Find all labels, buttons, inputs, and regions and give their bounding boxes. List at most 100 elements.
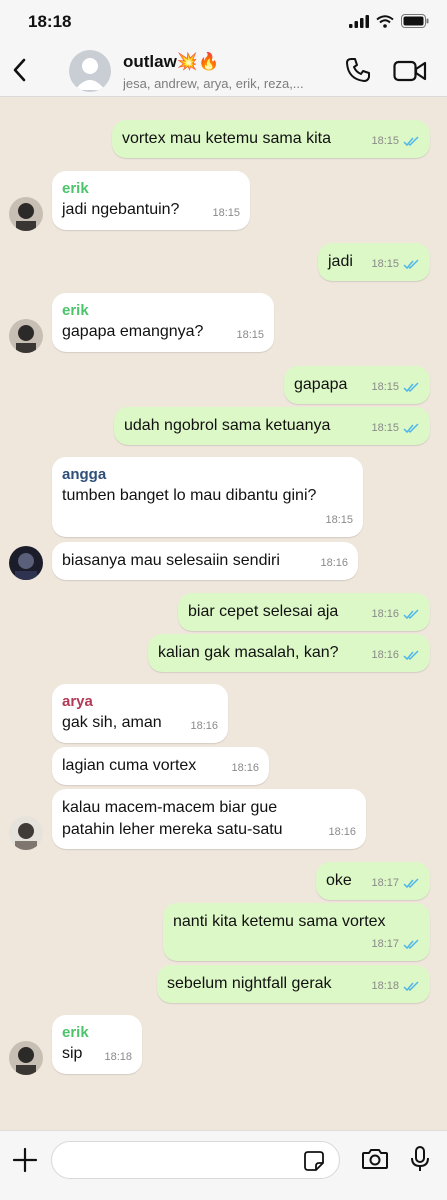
video-camera-icon[interactable] — [393, 58, 427, 84]
avatar-erik[interactable] — [9, 319, 43, 353]
double-check-icon — [403, 980, 419, 991]
message-time: 18:15 — [371, 381, 399, 393]
message-text: jadi — [328, 253, 353, 270]
message-meta: 18:15 — [371, 130, 420, 152]
message-outgoing[interactable]: jadi 18:15 — [318, 243, 430, 281]
message-incoming[interactable]: angga tumben banget lo mau dibantu gini?… — [52, 457, 363, 537]
avatar-erik[interactable] — [9, 1041, 43, 1075]
message-time: 18:16 — [371, 649, 399, 661]
message-outgoing[interactable]: vortex mau ketemu sama kita 18:15 — [112, 120, 430, 158]
microphone-icon[interactable] — [409, 1145, 431, 1173]
message-incoming[interactable]: biasanya mau selesaiin sendiri 18:16 — [52, 542, 358, 580]
phone-icon[interactable] — [344, 56, 372, 84]
message-meta: 18:17 — [371, 872, 420, 894]
group-members[interactable]: jesa, andrew, arya, erik, reza,... — [123, 76, 338, 91]
message-text: gak sih, aman — [62, 714, 162, 731]
message-meta: 18:16 — [328, 821, 356, 843]
message-text: nanti kita ketemu sama vortex — [173, 913, 386, 930]
message-meta: 18:15 — [236, 324, 264, 346]
message-meta: 18:17 — [371, 933, 420, 955]
status-time: 18:18 — [28, 12, 72, 31]
message-time: 18:17 — [371, 938, 399, 950]
message-time: 18:17 — [371, 877, 399, 889]
wifi-icon — [376, 14, 394, 28]
avatar-angga[interactable] — [9, 546, 43, 580]
message-incoming[interactable]: erik gapapa emangnya? 18:15 — [52, 293, 274, 352]
double-check-icon — [403, 422, 419, 433]
double-check-icon — [403, 649, 419, 660]
message-meta: 18:16 — [371, 644, 420, 666]
group-title[interactable]: outlaw💥🔥 — [123, 52, 219, 72]
status-icons — [349, 14, 429, 28]
group-avatar[interactable] — [69, 50, 111, 92]
message-outgoing[interactable]: biar cepet selesai aja 18:16 — [178, 593, 430, 631]
message-incoming[interactable]: lagian cuma vortex 18:16 — [52, 747, 269, 785]
message-outgoing[interactable]: udah ngobrol sama ketuanya 18:15 — [114, 407, 430, 445]
message-meta: 18:18 — [371, 975, 420, 997]
message-outgoing[interactable]: gapapa 18:15 — [284, 366, 430, 404]
message-incoming[interactable]: arya gak sih, aman 18:16 — [52, 684, 228, 743]
group-placeholder-icon — [75, 58, 105, 90]
message-incoming[interactable]: erik sip 18:18 — [52, 1015, 142, 1074]
message-meta: 18:15 — [371, 417, 420, 439]
camera-icon[interactable] — [361, 1147, 389, 1171]
message-time: 18:15 — [371, 258, 399, 270]
double-check-icon — [403, 258, 419, 269]
message-text: vortex mau ketemu sama kita — [122, 130, 331, 147]
sender-name: angga — [62, 466, 107, 483]
message-time: 18:16 — [320, 557, 348, 569]
message-meta: 18:16 — [231, 757, 259, 779]
message-meta: 18:15 — [371, 376, 420, 398]
plus-icon[interactable] — [12, 1147, 38, 1173]
sender-name: erik — [62, 1024, 89, 1041]
message-meta: 18:16 — [190, 715, 218, 737]
message-incoming[interactable]: erik jadi ngebantuin? 18:15 — [52, 171, 250, 230]
message-time: 18:16 — [328, 826, 356, 838]
message-outgoing[interactable]: kalian gak masalah, kan? 18:16 — [148, 634, 430, 672]
avatar-photo — [9, 546, 43, 580]
avatar-arya[interactable] — [9, 816, 43, 850]
message-text: lagian cuma vortex — [62, 757, 197, 774]
double-check-icon — [403, 135, 419, 146]
message-time: 18:18 — [104, 1051, 132, 1063]
avatar-photo — [9, 197, 43, 231]
message-text: biasanya mau selesaiin sendiri — [62, 552, 280, 569]
double-check-icon — [403, 381, 419, 392]
message-meta: 18:16 — [320, 552, 348, 574]
message-input[interactable] — [51, 1141, 340, 1179]
status-bar: 18:18 — [0, 0, 447, 44]
message-time: 18:16 — [371, 608, 399, 620]
sticker-icon[interactable] — [303, 1150, 325, 1172]
avatar-photo — [9, 319, 43, 353]
chevron-left-icon[interactable] — [8, 56, 32, 84]
message-meta: 18:15 — [325, 509, 353, 531]
avatar-photo — [9, 816, 43, 850]
signal-icon — [349, 14, 369, 28]
message-text: sebelum nightfall gerak — [167, 975, 332, 992]
message-meta: 18:18 — [104, 1046, 132, 1068]
message-outgoing[interactable]: oke 18:17 — [316, 862, 430, 900]
message-text: gapapa — [294, 376, 348, 393]
message-time: 18:16 — [231, 762, 259, 774]
message-time: 18:15 — [371, 135, 399, 147]
double-check-icon — [403, 877, 419, 888]
message-outgoing[interactable]: sebelum nightfall gerak 18:18 — [157, 965, 430, 1003]
double-check-icon — [403, 608, 419, 619]
message-time: 18:15 — [212, 207, 240, 219]
avatar-photo — [9, 1041, 43, 1075]
message-text-line: kalau macem-macem biar gue — [62, 799, 278, 816]
message-incoming[interactable]: kalau macem-macem biar gue patahin leher… — [52, 789, 366, 849]
chat-area[interactable]: vortex mau ketemu sama kita 18:15 erik j… — [0, 97, 447, 1130]
battery-icon — [401, 14, 429, 28]
sender-name: erik — [62, 180, 89, 197]
message-text: gapapa emangnya? — [62, 323, 204, 340]
chat-header: outlaw💥🔥 jesa, andrew, arya, erik, reza,… — [0, 44, 447, 97]
message-text: oke — [326, 872, 352, 889]
message-time: 18:15 — [236, 329, 264, 341]
sender-name: erik — [62, 302, 89, 319]
avatar-erik[interactable] — [9, 197, 43, 231]
message-outgoing[interactable]: nanti kita ketemu sama vortex 18:17 — [163, 903, 430, 961]
message-text: sip — [62, 1045, 83, 1062]
message-meta: 18:15 — [212, 202, 240, 224]
sender-name: arya — [62, 693, 93, 710]
